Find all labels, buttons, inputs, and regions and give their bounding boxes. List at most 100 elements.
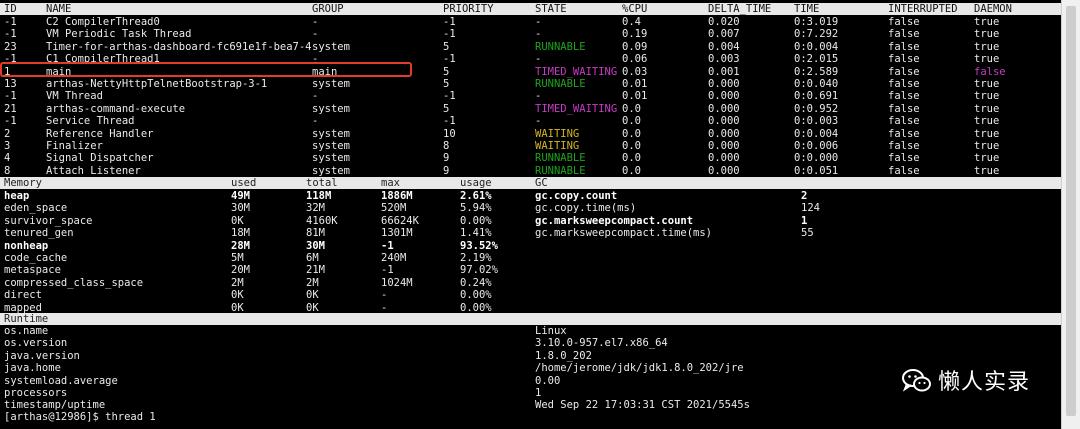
memory-usage: 0.00%: [460, 214, 492, 227]
memory-used: 0K: [231, 289, 244, 302]
gc-value: 2: [801, 190, 808, 202]
thread-cpu: 0.0: [622, 102, 641, 115]
thread-id: -1: [4, 90, 17, 103]
col-group-header: GROUP: [312, 3, 344, 15]
thread-state: RUNNABLE: [535, 78, 586, 90]
memory-name: survivor_space: [4, 214, 93, 227]
vertical-scrollbar[interactable]: [1061, 0, 1080, 429]
runtime-value: 1: [535, 387, 542, 399]
thread-delta-time: 0.004: [708, 40, 740, 53]
scrollbar-thumb[interactable]: [1066, 6, 1076, 416]
gc-header-label: GC: [535, 177, 548, 189]
memory-used: 0K: [231, 214, 244, 227]
memory-total: 32M: [306, 202, 325, 215]
thread-state: RUNNABLE: [535, 152, 586, 165]
runtime-name: java.version: [4, 349, 80, 362]
runtime-name: timestamp/uptime: [4, 399, 106, 412]
memory-usage: 97.02%: [460, 264, 498, 277]
memory-used: 28M: [231, 239, 250, 252]
col-cpu-header: %CPU: [622, 3, 648, 15]
memory-name: nonheap: [4, 239, 49, 252]
thread-cpu: 0.0: [622, 115, 641, 128]
col-id-header: ID: [4, 3, 17, 15]
thread-id: 8: [4, 164, 11, 177]
thread-priority: -1: [443, 115, 456, 128]
thread-state: -: [535, 115, 542, 128]
thread-delta-time: 0.020: [708, 16, 740, 28]
thread-id: 4: [4, 152, 11, 165]
memory-name: direct: [4, 289, 42, 302]
memory-total: 81M: [306, 227, 325, 240]
thread-delta-time: 0.000: [708, 127, 740, 140]
thread-interrupted: false: [888, 140, 920, 152]
thread-delta-time: 0.000: [708, 164, 740, 177]
runtime-value: 0.00: [535, 374, 561, 387]
terminal-window[interactable]: ID NAME GROUP PRIORITY STATE %CPU DELTA_…: [0, 0, 1061, 429]
thread-delta-time: 0.000: [708, 115, 740, 128]
memory-header-label: Memory: [4, 177, 42, 189]
thread-name: C2 CompilerThread0: [46, 16, 160, 28]
thread-priority: 10: [443, 127, 456, 140]
thread-name: Timer-for-arthas-dashboard-fc691e1f-bea7…: [46, 40, 312, 53]
thread-interrupted: false: [888, 102, 920, 115]
thread-state: WAITING: [535, 140, 580, 152]
memory-used: 2M: [231, 276, 244, 289]
memory-total: 6M: [306, 252, 319, 264]
runtime-header: Runtime: [0, 313, 1061, 326]
thread-cpu: 0.4: [622, 16, 641, 28]
thread-daemon: true: [974, 16, 1000, 28]
memory-max: 1301M: [381, 227, 413, 240]
thread-daemon: true: [974, 53, 1000, 66]
runtime-name: os.version: [4, 337, 68, 350]
thread-name: VM Periodic Task Thread: [46, 28, 192, 41]
thread-interrupted: false: [888, 53, 920, 66]
memory-total: 4160K: [306, 214, 338, 227]
gc-name: gc.marksweepcompact.time(ms): [535, 227, 713, 240]
memory-usage-header: usage: [460, 177, 492, 189]
thread-state: RUNNABLE: [535, 164, 586, 177]
memory-max: 66624K: [381, 214, 419, 227]
memory-gc-header: Memory used total max usage GC: [0, 177, 1061, 190]
gc-value: 1: [801, 214, 808, 227]
thread-state: WAITING: [535, 127, 580, 140]
thread-group: system: [312, 40, 350, 53]
thread-group: system: [312, 102, 350, 115]
memory-used: 49M: [231, 190, 250, 202]
thread-cpu: 0.0: [622, 164, 641, 177]
memory-usage: 0.00%: [460, 289, 492, 302]
thread-cpu: 0.19: [622, 28, 648, 41]
thread-daemon: true: [974, 28, 1000, 41]
thread-interrupted: false: [888, 152, 920, 165]
thread-priority: 5: [443, 78, 450, 90]
shell-prompt[interactable]: [arthas@12986]$ thread 1: [4, 411, 156, 423]
runtime-header-label: Runtime: [4, 313, 49, 325]
thread-name: Finalizer: [46, 140, 103, 152]
thread-table-header: ID NAME GROUP PRIORITY STATE %CPU DELTA_…: [0, 3, 1061, 16]
thread-group: system: [312, 152, 350, 165]
memory-used: 18M: [231, 227, 250, 240]
thread-priority: 5: [443, 65, 450, 78]
memory-usage: 93.52%: [460, 239, 498, 252]
watermark-text: 懒人实录: [938, 370, 1031, 395]
thread-cpu: 0.01: [622, 90, 648, 103]
memory-max: -1: [381, 239, 394, 252]
thread-time: 0:7.292: [794, 28, 839, 41]
thread-state: -: [535, 28, 542, 41]
memory-usage: 2.19%: [460, 252, 492, 264]
runtime-value: Linux: [535, 325, 567, 337]
memory-max: 240M: [381, 252, 407, 264]
thread-delta-time: 0.000: [708, 140, 740, 152]
col-state-header: STATE: [535, 3, 567, 15]
thread-state: -: [535, 90, 542, 103]
col-priority-header: PRIORITY: [443, 3, 494, 15]
runtime-name: processors: [4, 387, 68, 399]
thread-cpu: 0.09: [622, 40, 648, 53]
gc-name: gc.copy.count: [535, 190, 618, 202]
memory-total: 2M: [306, 276, 319, 289]
thread-daemon: true: [974, 127, 1000, 140]
memory-name: metaspace: [4, 264, 61, 277]
thread-group: system: [312, 164, 350, 177]
memory-max: -: [381, 289, 388, 302]
memory-max-header: max: [381, 177, 400, 189]
thread-priority: 5: [443, 40, 450, 53]
